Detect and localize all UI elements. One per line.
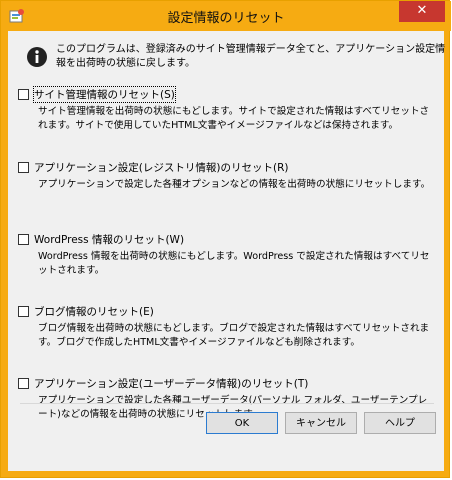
reset-blog-description: ブログ情報を出荷時の状態にもどします。ブログで設定された情報はすべてリセットされ… [38, 323, 430, 348]
reset-blog-label[interactable]: ブログ情報のリセット(E) [34, 304, 154, 319]
reset-wordpress-label[interactable]: WordPress 情報のリセット(W) [34, 232, 184, 247]
reset-site-checkbox[interactable] [18, 89, 29, 100]
button-separator [20, 403, 434, 404]
info-text: このプログラムは、登録済みのサイト管理情報データ全てと、アプリケーション設定情報… [56, 44, 446, 69]
reset-site-description: サイト管理情報を出荷時の状態にもどします。サイトで設定された情報はすべてリセット… [38, 106, 430, 131]
cancel-button[interactable]: キャンセル [285, 412, 357, 434]
reset-app-userdata-label[interactable]: アプリケーション設定(ユーザーデータ情報)のリセット(T) [34, 376, 308, 391]
reset-app-registry-checkbox[interactable] [18, 162, 29, 173]
reset-app-registry-label[interactable]: アプリケーション設定(レジストリ情報)のリセット(R) [34, 160, 288, 175]
reset-wordpress-description: WordPress 情報を出荷時の状態にもどします。WordPress で設定さ… [38, 251, 430, 276]
dialog-body: このプログラムは、登録済みのサイト管理情報データ全てと、アプリケーション設定情報… [8, 31, 446, 471]
reset-wordpress-checkbox[interactable] [18, 234, 29, 245]
reset-settings-dialog: 設定情報のリセット ✕ このプログラムは、登録済みのサイト管理情報データ全てと、… [0, 0, 451, 478]
close-button[interactable]: ✕ [399, 1, 445, 22]
help-button[interactable]: ヘルプ [364, 412, 436, 434]
title-bar[interactable]: 設定情報のリセット ✕ [1, 1, 451, 31]
window-title: 設定情報のリセット [167, 11, 285, 26]
reset-site-label[interactable]: サイト管理情報のリセット(S) [33, 86, 176, 103]
reset-blog-checkbox[interactable] [18, 306, 29, 317]
info-icon [27, 47, 47, 67]
reset-app-userdata-checkbox[interactable] [18, 378, 29, 389]
ok-button[interactable]: OK [206, 412, 278, 434]
reset-app-registry-description: アプリケーションで設定した各種オプションなどの情報を出荷時の状態にリセットします… [38, 179, 431, 190]
close-icon: ✕ [416, 3, 428, 18]
